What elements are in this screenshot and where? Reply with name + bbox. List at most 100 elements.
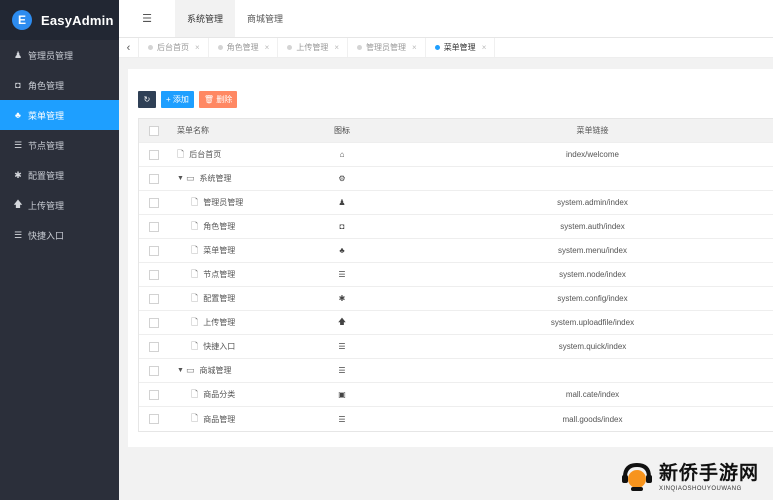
save-icon: ◘ [339,222,345,231]
row-checkbox[interactable] [149,414,159,424]
main-content: ↻ + 添加 🗑 删除 菜单名称 图标 菜单链接 🗋 后台首页 ⌂ index/wel… [128,69,773,447]
sidebar-item[interactable]: ◘ 角色管理 [0,70,119,100]
file-icon: 🗋 [191,220,199,231]
row-checkbox[interactable] [149,389,159,400]
home-icon: ⌂ [339,150,345,159]
list-icon: ☰ [13,139,23,150]
top-tab[interactable]: 系统管理 [175,0,236,37]
row-checkbox[interactable] [149,365,159,376]
row-checkbox[interactable] [149,197,159,208]
table-row[interactable]: 🗋 快捷入口 ☰ system.quick/index [139,335,773,359]
page-tab-label: 菜单管理 [443,43,476,52]
page-tab[interactable]: 菜单管理 × [426,38,496,57]
file-icon: 🗋 [191,413,199,423]
sidebar-item[interactable]: ♣ 菜单管理 [0,100,119,130]
refresh-button[interactable]: ↻ [138,91,156,108]
menu-link: mall.goods/index [562,414,623,424]
sidebar-item[interactable]: ✱ 配置管理 [0,160,119,190]
menu-name-cell: 🗋 上传管理 [169,315,312,331]
table-row[interactable]: ▼ ▭ 商城管理 ☰ [139,359,773,383]
menu-name: 商城管理 [199,366,232,375]
close-icon[interactable]: × [265,43,270,52]
list-icon: ☰ [338,414,346,424]
page-tab-label: 上传管理 [296,43,329,52]
table-row[interactable]: 🗋 后台首页 ⌂ index/welcome [139,143,773,167]
page-tab[interactable]: 后台首页 × [139,38,209,57]
table-row[interactable]: 🗋 菜单管理 ♣ system.menu/index [139,239,773,263]
asterisk-icon: ✱ [14,169,22,180]
page-tab-label: 管理员管理 [366,43,407,52]
menu-table: 菜单名称 图标 菜单链接 🗋 后台首页 ⌂ index/welcome ▼ ▭ 系统管理 ⚙ 🗋… [138,118,773,432]
menu-link: system.quick/index [558,342,627,351]
row-checkbox[interactable] [149,341,159,352]
table-row[interactable]: 🗋 上传管理 🡅 system.uploadfile/index [139,311,773,335]
table-row[interactable]: 🗋 商品分类 ▣ mall.cate/index [139,383,773,407]
watermark-title: 新侨手游网 [659,462,760,484]
sidebar-item[interactable]: ♟ 管理员管理 [0,40,119,70]
file-icon: 🗋 [191,388,199,399]
caret-down-icon[interactable]: ▼ [177,367,186,374]
sidebar-menu: ♟ 管理员管理 ◘ 角色管理 ♣ 菜单管理 ☰ 节点管理 ✱ 配置管理 🡅 上传管理 ☰ 快捷入口 [0,40,119,250]
menu-name-cell: 🗋 角色管理 [169,219,312,235]
row-checkbox[interactable] [149,173,159,184]
table-row[interactable]: 🗋 商品管理 ☰ mall.goods/index [139,407,773,431]
menu-link: system.node/index [559,270,626,279]
file-icon: 🗋 [191,292,199,303]
sidebar-item[interactable]: 🡅 上传管理 [0,190,119,220]
row-checkbox[interactable] [149,149,159,160]
add-button[interactable]: + 添加 [161,91,194,108]
close-icon[interactable]: × [334,43,339,52]
row-checkbox[interactable] [149,293,159,304]
close-icon[interactable]: × [412,43,417,52]
sidebar-item-label: 配置管理 [28,170,65,181]
row-checkbox[interactable] [149,245,159,256]
top-tab[interactable]: 商城管理 [235,0,295,37]
menu-name-cell: 🗋 配置管理 [169,291,312,307]
menu-name: 上传管理 [203,318,236,327]
table-row[interactable]: 🗋 节点管理 ☰ system.node/index [139,263,773,287]
watermark-logo-icon [619,457,655,493]
table-toolbar: ↻ + 添加 🗑 删除 [138,91,238,108]
page-tab-label: 后台首页 [157,43,189,52]
watermark: 新侨手游网 XINQIAOSHOUYOUWANG [619,454,771,496]
close-icon[interactable]: × [195,43,200,52]
row-checkbox[interactable] [149,221,159,232]
file-icon: 🗋 [191,244,199,255]
table-header-row: 菜单名称 图标 菜单链接 [139,119,773,143]
page-tab[interactable]: 角色管理 × [209,38,279,57]
table-row[interactable]: 🗋 配置管理 ✱ system.config/index [139,287,773,311]
delete-button[interactable]: 🗑 删除 [198,91,238,108]
row-checkbox[interactable] [149,269,159,280]
tab-dot-icon [287,45,293,50]
file-icon: 🗋 [191,340,199,351]
sidebar: E EasyAdmin ♟ 管理员管理 ◘ 角色管理 ♣ 菜单管理 ☰ 节点管理 ✱ 配置管理 🡅 上… [0,0,119,500]
menu-name: 配置管理 [203,294,236,303]
user-icon: ♟ [338,198,346,207]
tab-scroll-left-icon[interactable]: ‹ [119,38,139,57]
page-tab[interactable]: 管理员管理 × [348,38,426,57]
header-menu-name: 菜单名称 [177,126,209,135]
row-checkbox[interactable] [149,317,159,328]
menu-name: 菜单管理 [203,246,236,255]
page-tab[interactable]: 上传管理 × [278,38,349,57]
table-row[interactable]: 🗋 角色管理 ◘ system.auth/index [139,215,773,239]
table-row[interactable]: ▼ ▭ 系统管理 ⚙ [139,167,773,191]
gear-icon: ⚙ [338,174,346,183]
sidebar-item[interactable]: ☰ 快捷入口 [0,220,119,250]
list-icon: ☰ [338,270,346,279]
select-all-checkbox[interactable] [149,125,159,136]
row-select-cell [139,149,169,160]
caret-down-icon[interactable]: ▼ [177,175,186,182]
row-select-cell [139,365,169,376]
table-body: 🗋 后台首页 ⌂ index/welcome ▼ ▭ 系统管理 ⚙ 🗋 管理员管理 ♟ system.… [139,143,773,431]
menu-link: system.admin/index [557,198,628,207]
row-select-cell [139,197,169,208]
file-icon: 🗋 [177,148,185,159]
sidebar-item[interactable]: ☰ 节点管理 [0,130,119,160]
menu-toggle-icon[interactable]: ☰ [119,0,175,37]
row-select-cell [139,221,169,232]
sidebar-item-label: 管理员管理 [28,50,74,61]
close-icon[interactable]: × [482,43,487,52]
app-logo[interactable]: E EasyAdmin [0,0,119,40]
table-row[interactable]: 🗋 管理员管理 ♟ system.admin/index [139,191,773,215]
